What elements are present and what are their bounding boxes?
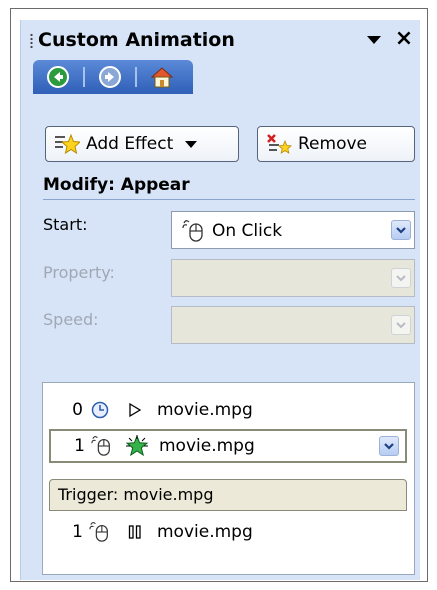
add-effect-star-icon: [55, 133, 80, 155]
nav-separator: [135, 67, 137, 87]
chevron-down-icon: [384, 443, 394, 450]
speed-dropdown-button[interactable]: [391, 315, 411, 335]
trigger-header[interactable]: Trigger: movie.mpg: [49, 479, 407, 511]
animation-list[interactable]: 0 movie.mpg 1 movie.mpg Trigger: movie.m…: [42, 382, 415, 575]
play-icon: [113, 402, 157, 418]
chevron-down-icon: [185, 140, 198, 148]
chevron-down-icon: [396, 227, 406, 234]
remove-label: Remove: [298, 134, 367, 154]
list-item[interactable]: 1 movie.mpg: [49, 515, 407, 549]
modify-divider: [43, 199, 415, 200]
property-select[interactable]: [171, 259, 415, 297]
item-name: movie.mpg: [157, 522, 253, 542]
property-dropdown-button[interactable]: [391, 268, 411, 288]
speed-label: Speed:: [43, 310, 99, 329]
forward-button[interactable]: [93, 63, 127, 91]
pane-titlebar: Custom Animation ×: [21, 20, 421, 60]
close-icon[interactable]: ×: [393, 26, 415, 52]
custom-animation-pane: Custom Animation × Add Effect Remove Mod…: [20, 20, 420, 580]
remove-button[interactable]: Remove: [257, 126, 415, 162]
clock-icon: [87, 398, 113, 422]
modify-heading: Modify: Appear: [43, 175, 190, 195]
forward-circle-icon: [99, 66, 121, 88]
remove-effect-icon: [267, 134, 292, 154]
item-name: movie.mpg: [157, 400, 253, 420]
item-order: 1: [72, 522, 83, 542]
chevron-down-icon: [396, 322, 406, 329]
pane-navigation-bar: [33, 60, 193, 94]
list-item[interactable]: 0 movie.mpg: [49, 393, 407, 427]
nav-separator: [83, 67, 85, 87]
add-effect-button[interactable]: Add Effect: [45, 126, 239, 162]
item-name: movie.mpg: [159, 436, 255, 456]
start-value: On Click: [212, 221, 283, 241]
home-icon: [150, 67, 174, 88]
list-item-selected[interactable]: 1 movie.mpg: [49, 429, 407, 463]
mouse-click-icon: [182, 220, 203, 242]
item-order: 0: [72, 400, 83, 420]
start-dropdown-button[interactable]: [391, 220, 411, 240]
speed-select[interactable]: [171, 306, 415, 344]
add-effect-label: Add Effect: [86, 134, 174, 154]
property-label: Property:: [43, 263, 115, 282]
start-label: Start:: [43, 215, 88, 234]
chevron-down-icon: [396, 275, 406, 282]
mouse-click-icon: [89, 434, 115, 458]
item-dropdown-button[interactable]: [379, 436, 399, 456]
back-circle-icon: [47, 66, 69, 88]
item-order: 1: [74, 436, 85, 456]
appear-star-icon: [115, 435, 159, 457]
pause-icon: [113, 524, 157, 540]
mouse-click-icon: [87, 520, 113, 544]
pane-title: Custom Animation: [38, 29, 235, 51]
home-button[interactable]: [145, 63, 179, 91]
pane-menu-dropdown-icon[interactable]: [365, 32, 383, 48]
start-select[interactable]: On Click: [171, 211, 415, 249]
drag-grip[interactable]: [30, 33, 33, 49]
back-button[interactable]: [41, 63, 75, 91]
